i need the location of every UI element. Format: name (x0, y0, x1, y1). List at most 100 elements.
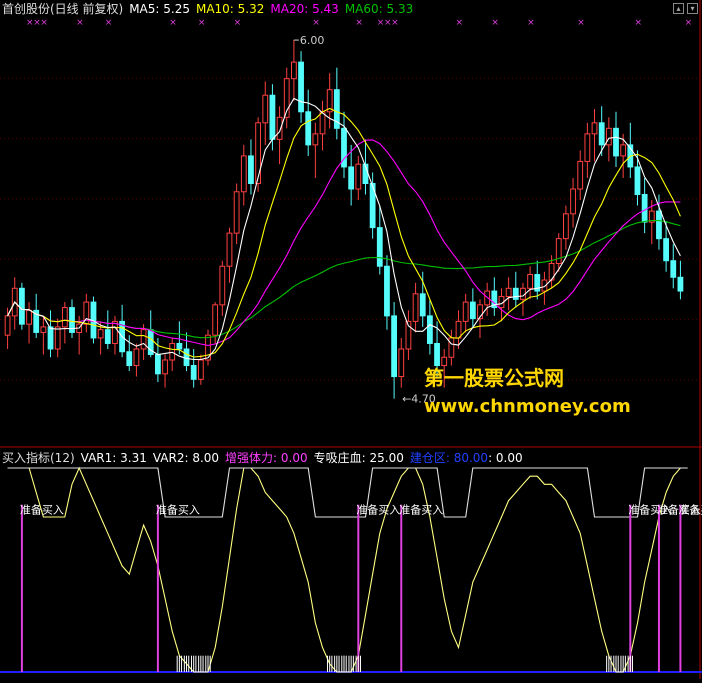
candle-body (197, 359, 204, 380)
var2-label: VAR2: 8.00 (152, 451, 220, 465)
var1-label: VAR1: 3.31 (80, 451, 147, 465)
candle-body (663, 238, 670, 262)
candle-body (40, 326, 47, 333)
candle-body (355, 163, 362, 190)
maximize-icon[interactable]: ▾ (687, 3, 698, 14)
ma20-label: MA20: 5.43 (270, 2, 339, 16)
candle-body (112, 320, 118, 344)
candle-body (319, 111, 326, 135)
chart-stage: 6.00 ←4.70 × × × × × × × × × × × × × × × × × × × 准备买入 准备买入 准备买入… (0, 0, 702, 679)
candle-body (54, 326, 61, 350)
candle-body (634, 166, 641, 196)
candle-body (183, 348, 190, 367)
signal-x-mark: × (105, 18, 113, 28)
minimize-icon[interactable]: ▴ (673, 3, 684, 14)
candle-body (97, 329, 104, 339)
candle-body (312, 133, 319, 146)
candle-body (133, 348, 140, 367)
buy-signal-label: 准备买入 (20, 503, 64, 517)
candle-body (605, 127, 612, 146)
candle-body (448, 337, 455, 358)
signal-x-mark: × (169, 18, 177, 28)
indicator-name: 买入指标(12) (2, 451, 75, 465)
signal-x-mark: × (491, 18, 499, 28)
candle-body (455, 320, 462, 339)
signal-x-mark: × (355, 18, 363, 28)
candle-body (4, 315, 11, 336)
candle-body (219, 265, 226, 306)
candle-body (262, 94, 269, 124)
oscillator-line (7, 466, 688, 673)
candle-body (398, 348, 405, 378)
candle-body (426, 315, 433, 344)
candle-body (419, 293, 426, 317)
buy-signal-label: 准备买入 (156, 503, 200, 517)
candle-body (255, 122, 262, 184)
candle-body (126, 351, 133, 367)
buy-signal-label: 准备买入 (399, 503, 443, 517)
window-controls: ▴ ▾ (673, 3, 698, 14)
signal-x-mark: × (40, 18, 48, 28)
candle-body (527, 274, 534, 289)
ma10-label: MA10: 5.32 (195, 2, 265, 16)
last-value-label: : 0.00 (488, 451, 523, 465)
candle-body (140, 329, 147, 350)
candle-body (212, 304, 219, 336)
candle-body (233, 191, 240, 234)
signal-x-mark: × (456, 18, 464, 28)
signal-x-mark: × (685, 18, 693, 28)
candle-body (104, 329, 111, 344)
candle-body (348, 166, 355, 190)
candle-body (591, 122, 598, 135)
candle-body (248, 155, 254, 184)
stock-chart-svg: 6.00←4.70× × × × × × × × × × × × × × × × × × ×准备买入 准备买入 准备买入… (0, 0, 702, 679)
zone-label: 建仓区: 80.00 (409, 451, 489, 465)
ma60-line (7, 219, 681, 339)
indicator-panel-header: 买入指标(12) VAR1: 3.31 VAR2: 8.00 增强体力: 0.00 专吸… (2, 451, 529, 465)
candle-body (61, 307, 68, 328)
watermark-url[interactable]: www.chnmoney.com (424, 396, 631, 417)
ma60-label: MA60: 5.33 (344, 2, 414, 16)
candle-body (18, 287, 25, 325)
candle-body (190, 365, 197, 380)
candle-body (384, 265, 390, 317)
high-price-label: 6.00 (300, 34, 325, 47)
candle-body (584, 133, 591, 162)
candle-body (562, 213, 569, 240)
stock-title: 首创股份(日线 前复权) (2, 2, 124, 16)
buy-signal-label: 准备买入 (678, 503, 702, 517)
candle-body (577, 160, 584, 190)
zxzx-label: 专吸庄血: 25.00 (313, 451, 404, 465)
envelope-line (7, 467, 688, 518)
signal-x-mark: × (577, 18, 585, 28)
candle-body (570, 188, 576, 215)
candle-body (512, 287, 519, 300)
price-panel-header: 首创股份(日线 前复权) MA5: 5.25 MA10: 5.32 MA20: 5.4… (2, 2, 419, 16)
candle-body (298, 61, 304, 113)
candle-body (412, 293, 419, 322)
zqtl-label: 增强体力: 0.00 (225, 451, 308, 465)
candle-body (469, 301, 476, 320)
candle-body (376, 227, 383, 267)
candle-body (240, 155, 247, 193)
candle-body (505, 287, 512, 298)
signal-x-mark: × (198, 18, 206, 28)
candle-body (656, 210, 662, 240)
candle-body (598, 122, 605, 146)
buy-signal-label: 准备买入 (356, 503, 400, 517)
signal-x-mark: × (391, 18, 399, 28)
candle-body (226, 232, 233, 267)
candle-body (269, 94, 276, 140)
watermark-title: 第一股票公式网 (424, 366, 564, 390)
signal-x-mark: × (634, 18, 642, 28)
signal-x-mark: × (527, 18, 535, 28)
candle-body (162, 359, 168, 375)
signal-x-mark: × (234, 18, 242, 28)
candle-body (169, 342, 176, 361)
candle-body (670, 260, 677, 278)
candle-body (47, 326, 54, 350)
candle-body (555, 238, 562, 264)
candle-body (290, 61, 297, 80)
signal-x-mark: × (312, 18, 320, 28)
candle-body (620, 144, 627, 157)
